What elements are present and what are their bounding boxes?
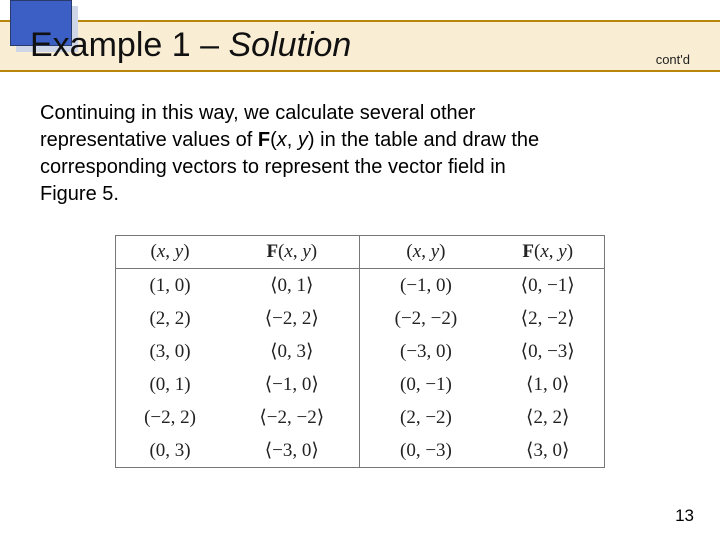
body-paragraph: Continuing in this way, we calculate sev… xyxy=(40,100,680,208)
body-line1: Continuing in this way, we calculate sev… xyxy=(40,102,475,124)
cell-f1: ⟨−3, 0⟩ xyxy=(224,434,360,467)
body-y: y xyxy=(298,129,308,151)
cell-p2: (0, −1) xyxy=(360,368,491,401)
cell-p1: (2, 2) xyxy=(116,302,224,335)
contd-label: cont'd xyxy=(656,52,690,67)
table-row: (1, 0) ⟨0, 1⟩ (−1, 0) ⟨0, −1⟩ xyxy=(116,269,604,303)
body-line3: corresponding vectors to represent the v… xyxy=(40,156,506,178)
body-F: F xyxy=(258,129,270,151)
body-line2a: representative values of xyxy=(40,129,258,151)
cell-p1: (3, 0) xyxy=(116,335,224,368)
cell-f1: ⟨−2, 2⟩ xyxy=(224,302,360,335)
th-F-2: F(x, y) xyxy=(491,236,604,269)
page-title: Example 1 – Solution xyxy=(30,26,351,65)
title-prefix: Example 1 – xyxy=(30,26,228,64)
values-table: (x, y) F(x, y) (x, y) F(x, y) (1, 0) ⟨0,… xyxy=(115,235,605,468)
cell-p2: (−3, 0) xyxy=(360,335,491,368)
cell-p2: (0, −3) xyxy=(360,434,491,467)
body-x: x xyxy=(277,129,287,151)
body-line4: Figure 5. xyxy=(40,183,119,205)
title-solution: Solution xyxy=(228,26,351,64)
body-cm: , xyxy=(287,129,298,151)
table-header-row: (x, y) F(x, y) (x, y) F(x, y) xyxy=(116,236,604,269)
cell-f1: ⟨−1, 0⟩ xyxy=(224,368,360,401)
table-row: (0, 1) ⟨−1, 0⟩ (0, −1) ⟨1, 0⟩ xyxy=(116,368,604,401)
cell-p1: (−2, 2) xyxy=(116,401,224,434)
cell-f1: ⟨0, 1⟩ xyxy=(224,269,360,303)
cell-f2: ⟨0, −1⟩ xyxy=(491,269,604,303)
cell-f2: ⟨2, 2⟩ xyxy=(491,401,604,434)
th-xy-1: (x, y) xyxy=(116,236,224,269)
cell-p1: (0, 3) xyxy=(116,434,224,467)
cell-f2: ⟨2, −2⟩ xyxy=(491,302,604,335)
cell-f2: ⟨0, −3⟩ xyxy=(491,335,604,368)
table-row: (−2, 2) ⟨−2, −2⟩ (2, −2) ⟨2, 2⟩ xyxy=(116,401,604,434)
body-lp: ( xyxy=(270,129,277,151)
th-xy-2: (x, y) xyxy=(360,236,491,269)
cell-f2: ⟨3, 0⟩ xyxy=(491,434,604,467)
cell-p2: (−2, −2) xyxy=(360,302,491,335)
cell-p2: (2, −2) xyxy=(360,401,491,434)
cell-p1: (1, 0) xyxy=(116,269,224,303)
cell-f1: ⟨0, 3⟩ xyxy=(224,335,360,368)
th-F-1: F(x, y) xyxy=(224,236,360,269)
table-row: (0, 3) ⟨−3, 0⟩ (0, −3) ⟨3, 0⟩ xyxy=(116,434,604,467)
cell-f1: ⟨−2, −2⟩ xyxy=(224,401,360,434)
body-line2g: ) in the table and draw the xyxy=(308,129,539,151)
cell-f2: ⟨1, 0⟩ xyxy=(491,368,604,401)
cell-p2: (−1, 0) xyxy=(360,269,491,303)
table-row: (2, 2) ⟨−2, 2⟩ (−2, −2) ⟨2, −2⟩ xyxy=(116,302,604,335)
table-row: (3, 0) ⟨0, 3⟩ (−3, 0) ⟨0, −3⟩ xyxy=(116,335,604,368)
cell-p1: (0, 1) xyxy=(116,368,224,401)
page-number: 13 xyxy=(675,506,694,526)
